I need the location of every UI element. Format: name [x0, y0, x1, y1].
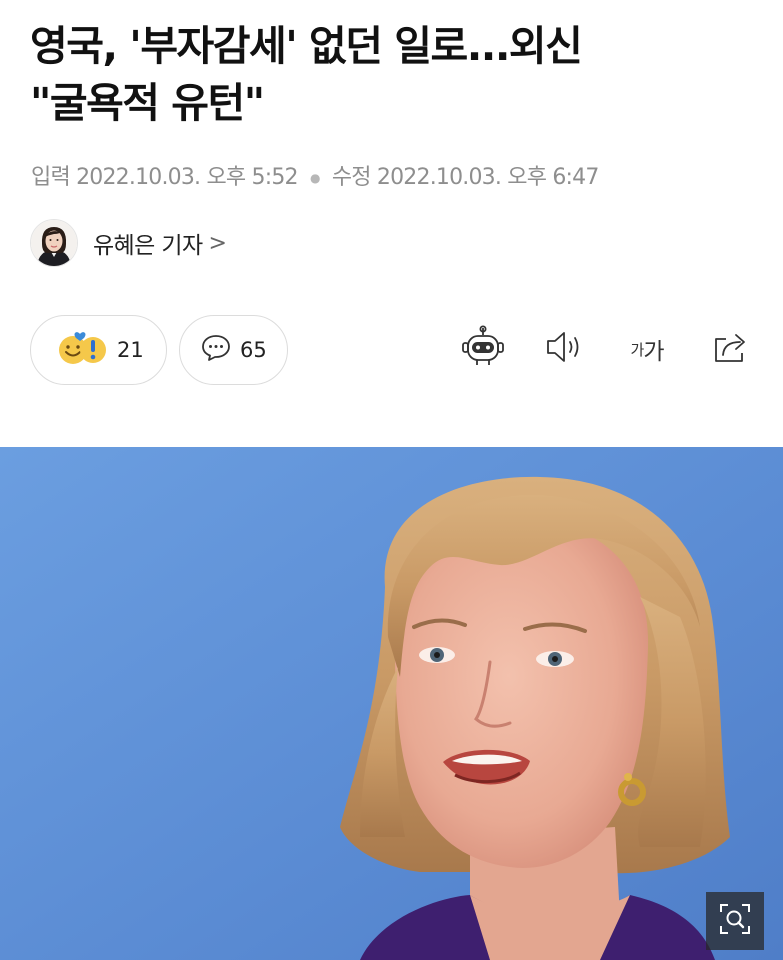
- modified-label: 수정: [331, 165, 372, 190]
- author-avatar: [30, 219, 78, 267]
- comment-count: 65: [240, 338, 267, 362]
- article-timestamps: 입력 2022.10.03. 오후 5:52 ● 수정 2022.10.03. …: [31, 159, 599, 191]
- comment-button[interactable]: 65: [179, 315, 288, 385]
- text-to-speech-button[interactable]: [541, 326, 587, 372]
- input-time: 2022.10.03. 오후 5:52: [76, 165, 298, 190]
- speaker-icon: [542, 327, 586, 371]
- comment-bubble-icon: [200, 333, 232, 367]
- article-title: 영국, '부자감세' 없던 일로...외신 "굴욕적 유턴": [30, 18, 770, 132]
- modified-time: 2022.10.03. 오후 6:47: [376, 165, 599, 190]
- robot-summary-icon: [460, 324, 506, 374]
- font-size-large-label: 가: [643, 339, 664, 365]
- article-photo[interactable]: [0, 447, 783, 960]
- article-title-line-2: "굴욕적 유턴": [30, 79, 265, 127]
- chevron-right-icon: >: [208, 230, 227, 256]
- font-size-small-label: 가: [630, 340, 645, 359]
- font-size-button[interactable]: 가가: [621, 326, 673, 372]
- separator-dot: ●: [309, 171, 320, 185]
- share-button[interactable]: [708, 326, 754, 372]
- photo-zoom-button[interactable]: [706, 892, 764, 950]
- author-name: 유혜은 기자: [93, 233, 203, 259]
- article-photo-image: [0, 447, 783, 960]
- reaction-count: 21: [117, 338, 144, 362]
- summary-bot-button[interactable]: [460, 324, 506, 374]
- reaction-button[interactable]: 21: [30, 315, 167, 385]
- author-link[interactable]: 유혜은 기자 >: [30, 219, 227, 267]
- share-icon: [710, 327, 752, 371]
- magnifier-icon: [717, 901, 753, 941]
- input-label: 입력: [31, 165, 71, 190]
- reaction-emoji-icon: [53, 328, 109, 372]
- article-title-line-1: 영국, '부자감세' 없던 일로...외신: [30, 22, 583, 70]
